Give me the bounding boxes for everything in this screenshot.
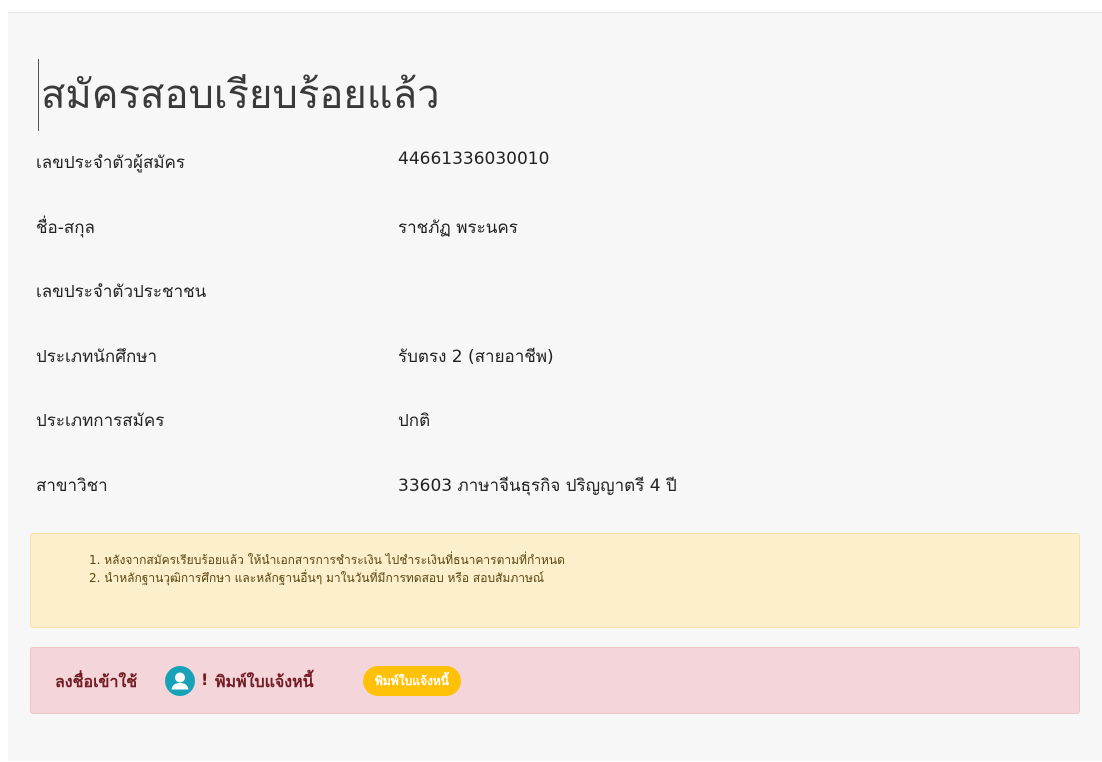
detail-row-student-type: ประเภทนักศึกษา รับตรง 2 (สายอาชีพ) — [36, 325, 1076, 390]
print-invoice-text: พิมพ์ใบแจ้งหนี้ — [215, 672, 314, 691]
instruction-item: 1. หลังจากสมัครเรียบร้อยแล้ว ให้นำเอกสาร… — [89, 553, 565, 567]
page-title: สมัครสอบเรียบร้อยแล้ว — [38, 59, 440, 131]
details-list: เลขประจำตัวผู้สมัคร 44661336030010 ชื่อ-… — [36, 131, 1076, 518]
instructions-notice: 1. หลังจากสมัครเรียบร้อยแล้ว ให้นำเอกสาร… — [30, 533, 1080, 628]
login-link[interactable]: ลงชื่อเข้าใช้ — [55, 670, 137, 695]
detail-row-applicant-id: เลขประจำตัวผู้สมัคร 44661336030010 — [36, 131, 1076, 196]
detail-row-full-name: ชื่อ-สกุล ราชภัฏ พระนคร — [36, 196, 1076, 261]
detail-value: 33603 ภาษาจีนธุรกิจ ปริญญาตรี 4 ปี — [398, 475, 677, 496]
detail-label: สาขาวิชา — [36, 475, 108, 496]
detail-value: รับตรง 2 (สายอาชีพ) — [398, 346, 554, 367]
detail-label: เลขประจำตัวประชาชน — [36, 282, 207, 302]
detail-label: ชื่อ-สกุล — [36, 217, 95, 238]
detail-row-major: สาขาวิชา 33603 ภาษาจีนธุรกิจ ปริญญาตรี 4… — [36, 454, 1076, 519]
detail-value: ปกติ — [398, 411, 431, 431]
detail-row-citizen-id: เลขประจำตัวประชาชน — [36, 260, 1076, 325]
detail-label: ประเภทนักศึกษา — [36, 346, 158, 367]
detail-label: ประเภทการสมัคร — [36, 411, 165, 431]
exclamation-mark: ! — [201, 670, 209, 689]
detail-label: เลขประจำตัวผู้สมัคร — [36, 153, 186, 173]
instruction-item: 2. นำหลักฐานวุฒิการศึกษา และหลักฐานอื่นๆ… — [89, 571, 545, 585]
user-circle-icon[interactable] — [165, 666, 195, 696]
detail-value: 44661336030010 — [398, 149, 550, 169]
detail-row-application-type: ประเภทการสมัคร ปกติ — [36, 389, 1076, 454]
instructions-list: 1. หลังจากสมัครเรียบร้อยแล้ว ให้นำเอกสาร… — [89, 551, 565, 587]
detail-value: ราชภัฏ พระนคร — [398, 217, 518, 238]
login-alert: ลงชื่อเข้าใช้ ! พิมพ์ใบแจ้งหนี้ พิมพ์ใบแ… — [30, 647, 1080, 714]
print-invoice-button[interactable]: พิมพ์ใบแจ้งหนี้ — [363, 666, 461, 696]
